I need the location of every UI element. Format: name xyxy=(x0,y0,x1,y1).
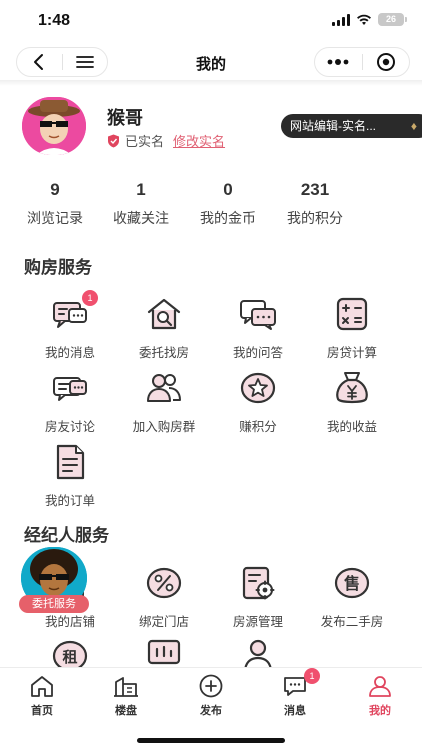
stat-label: 浏览记录 xyxy=(27,210,83,226)
avatar[interactable] xyxy=(22,97,86,155)
section-title-buy-service: 购房服务 xyxy=(24,258,92,277)
tab-home[interactable]: 首页 xyxy=(0,674,84,718)
nav-right-capsule xyxy=(314,47,410,77)
verified-shield-icon xyxy=(108,134,119,147)
group-icon xyxy=(144,368,184,408)
order-icon xyxy=(50,442,90,482)
grid-label: 发布二手房 xyxy=(320,615,384,629)
home-icon xyxy=(29,674,55,698)
grid-label: 委托找房 xyxy=(138,346,189,360)
bind-store-icon xyxy=(144,563,184,603)
modify-realname-link[interactable]: 修改实名 xyxy=(173,131,225,150)
tab-label: 我的 xyxy=(369,705,391,717)
grid-item-join-group[interactable]: 加入购房群 xyxy=(117,368,211,435)
svg-text:租: 租 xyxy=(62,648,77,666)
stat-value: 0 xyxy=(223,180,233,199)
grid-label: 房源管理 xyxy=(232,615,283,629)
grid-label: 房贷计算 xyxy=(326,346,377,360)
grid-label: 加入购房群 xyxy=(132,420,196,434)
tab-label: 消息 xyxy=(284,705,306,717)
grid-item-my-qa[interactable]: 我的问答 xyxy=(211,294,305,361)
message-badge: 1 xyxy=(82,290,98,306)
stat-label: 收藏关注 xyxy=(113,210,169,226)
battery-icon: 26 xyxy=(378,13,407,26)
stat-label: 我的金币 xyxy=(200,210,256,226)
tab-label: 发布 xyxy=(200,705,222,717)
house-search-icon xyxy=(144,294,184,334)
more-button[interactable] xyxy=(315,47,362,77)
close-miniapp-button[interactable] xyxy=(362,47,409,77)
verify-row: 已实名 修改实名 xyxy=(107,131,225,150)
tab-buildings[interactable]: 楼盘 xyxy=(84,674,168,718)
status-bar: 1:48 26 xyxy=(0,0,422,44)
svg-text:售: 售 xyxy=(344,574,360,593)
grid-label: 房友讨论 xyxy=(44,420,95,434)
grid-label: 我的订单 xyxy=(44,494,95,508)
user-icon xyxy=(367,674,393,698)
grid-item-listing-management[interactable]: 房源管理 xyxy=(211,563,305,630)
tab-publish[interactable]: 发布 xyxy=(169,674,253,718)
discussion-icon xyxy=(50,368,90,408)
chat-icon: 1 xyxy=(282,668,320,698)
username: 猴哥 xyxy=(107,108,143,128)
verified-label: 已实名 xyxy=(125,134,165,149)
grid-item-bind-store[interactable]: 绑定门店 xyxy=(117,563,211,630)
grid-item-entrust-find-house[interactable]: 委托找房 xyxy=(117,294,211,361)
grid-item-my-messages[interactable]: 1 我的消息 xyxy=(23,290,117,361)
message-icon: 1 xyxy=(50,290,98,334)
stats-row: 9 浏览记录 1 收藏关注 0 我的金币 231 我的积分 xyxy=(0,180,422,230)
tab-messages[interactable]: 1 消息 xyxy=(253,668,337,718)
grid-item-publish-second-hand[interactable]: 售 发布二手房 xyxy=(305,563,399,630)
listing-manage-icon xyxy=(238,563,278,603)
editor-tooltip-text: 网站编辑-实名... xyxy=(290,119,376,133)
section-title-agent-service: 经纪人服务 xyxy=(24,526,109,545)
building-icon xyxy=(113,674,139,698)
floating-entrust-service[interactable]: 委托服务 xyxy=(19,547,89,617)
entrust-service-tag: 委托服务 xyxy=(19,595,89,613)
stat-browse-history[interactable]: 9 浏览记录 xyxy=(10,180,100,228)
qa-icon xyxy=(238,294,278,334)
grid-item-loan-calculator[interactable]: 房贷计算 xyxy=(305,294,399,361)
stat-value: 231 xyxy=(300,180,330,199)
calculator-icon xyxy=(332,294,372,334)
money-bag-icon xyxy=(332,368,372,408)
stat-points[interactable]: 231 我的积分 xyxy=(270,180,360,228)
tab-mine[interactable]: 我的 xyxy=(338,674,422,718)
avatar-cartoon xyxy=(22,97,86,155)
home-indicator xyxy=(137,738,285,743)
sell-icon: 售 xyxy=(332,563,372,603)
grid-label: 我的问答 xyxy=(232,346,283,360)
stat-favorites[interactable]: 1 收藏关注 xyxy=(96,180,186,228)
grid-item-my-earnings[interactable]: 我的收益 xyxy=(305,368,399,435)
tab-label: 首页 xyxy=(31,705,53,717)
signal-icon xyxy=(332,13,350,26)
wifi-icon xyxy=(357,14,371,25)
grid-label: 我的消息 xyxy=(44,346,95,360)
diamond-icon: ♦ xyxy=(410,119,417,133)
status-icons: 26 xyxy=(332,13,407,26)
status-time: 1:48 xyxy=(38,12,71,29)
grid-item-my-orders[interactable]: 我的订单 xyxy=(23,442,117,509)
nav-shadow xyxy=(0,80,422,86)
star-icon xyxy=(238,368,278,408)
target-icon xyxy=(376,53,395,71)
grid-item-earn-points[interactable]: 赚积分 xyxy=(211,368,305,435)
stat-coins[interactable]: 0 我的金币 xyxy=(183,180,273,228)
grid-label: 赚积分 xyxy=(239,420,277,434)
stat-label: 我的积分 xyxy=(287,210,343,226)
grid-label: 我的收益 xyxy=(326,420,377,434)
tab-message-badge: 1 xyxy=(304,668,320,684)
editor-tooltip[interactable]: 网站编辑-实名... ♦ xyxy=(281,114,422,138)
tab-label: 楼盘 xyxy=(115,705,137,717)
more-dots-icon xyxy=(327,59,349,65)
plus-circle-icon xyxy=(198,674,224,698)
stat-value: 1 xyxy=(136,180,146,199)
nav-bar: 我的 xyxy=(0,44,422,80)
grid-label: 绑定门店 xyxy=(138,615,189,629)
stat-value: 9 xyxy=(50,180,60,199)
grid-item-discussion[interactable]: 房友讨论 xyxy=(23,368,117,435)
